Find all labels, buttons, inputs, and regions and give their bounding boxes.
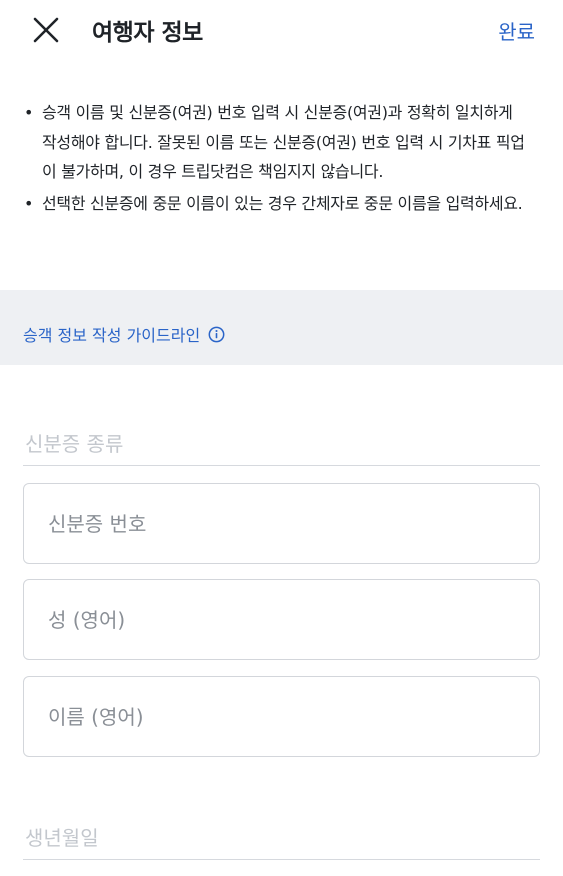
notice-text: 승객 이름 및 신분증(여권) 번호 입력 시 신분증(여권)과 정확히 일치하… [42, 103, 525, 181]
guideline-link-label: 승객 정보 작성 가이드라인 [23, 326, 201, 345]
bullet: • [24, 193, 34, 213]
close-button[interactable] [30, 14, 62, 46]
notice-list: • 승객 이름 및 신분증(여권) 번호 입력 시 신분증(여권)과 정확히 일… [0, 98, 563, 220]
info-icon [208, 326, 225, 342]
first-name-input[interactable] [48, 677, 518, 756]
notice-item: • 선택한 신분증에 중문 이름이 있는 경우 간체자로 중문 이름을 입력하세… [22, 189, 527, 219]
last-name-input[interactable] [48, 580, 518, 659]
id-number-input[interactable] [48, 484, 518, 563]
done-button[interactable]: 완료 [498, 16, 535, 45]
birthdate-select[interactable]: 생년월일 [23, 810, 540, 860]
header-bar: 여행자 정보 완료 [0, 0, 563, 58]
close-icon [33, 17, 59, 43]
notice-item: • 승객 이름 및 신분증(여권) 번호 입력 시 신분증(여권)과 정확히 일… [22, 98, 527, 187]
guideline-link[interactable]: 승객 정보 작성 가이드라인 [23, 322, 225, 346]
traveler-info-page: 여행자 정보 완료 • 승객 이름 및 신분증(여권) 번호 입력 시 신분증(… [0, 0, 563, 876]
id-number-box [23, 483, 540, 564]
notice-text: 선택한 신분증에 중문 이름이 있는 경우 간체자로 중문 이름을 입력하세요. [42, 193, 523, 213]
id-type-label: 신분증 종류 [25, 432, 124, 456]
id-type-select[interactable]: 신분증 종류 [23, 416, 540, 466]
birthdate-label: 생년월일 [25, 826, 99, 850]
page-title: 여행자 정보 [92, 20, 203, 46]
bullet: • [24, 103, 34, 122]
first-name-box [23, 676, 540, 757]
last-name-box [23, 579, 540, 660]
guide-band: 승객 정보 작성 가이드라인 [0, 290, 563, 365]
